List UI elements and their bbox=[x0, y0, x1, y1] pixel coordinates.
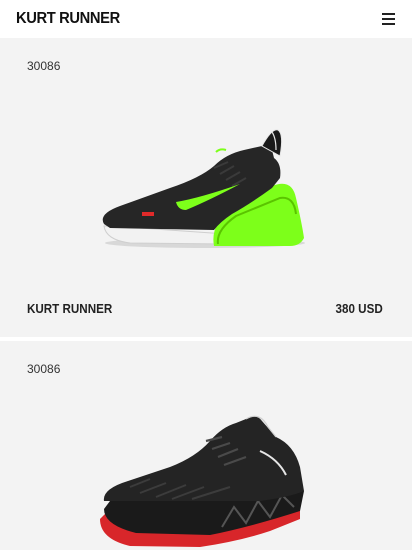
product-footer: KURT RUNNER 380 USD bbox=[27, 302, 383, 316]
top-bar: KURT RUNNER bbox=[0, 0, 412, 38]
product-image[interactable] bbox=[0, 38, 412, 337]
hamburger-menu-icon[interactable] bbox=[380, 11, 396, 27]
brand-logo[interactable]: KURT RUNNER bbox=[16, 10, 120, 28]
product-card[interactable]: 30086 KURT RUNNER 380 USD bbox=[0, 38, 412, 337]
product-image[interactable] bbox=[0, 341, 412, 550]
product-name[interactable]: KURT RUNNER bbox=[27, 302, 112, 316]
product-card[interactable]: 30086 bbox=[0, 341, 412, 550]
product-price: 380 USD bbox=[335, 302, 383, 316]
